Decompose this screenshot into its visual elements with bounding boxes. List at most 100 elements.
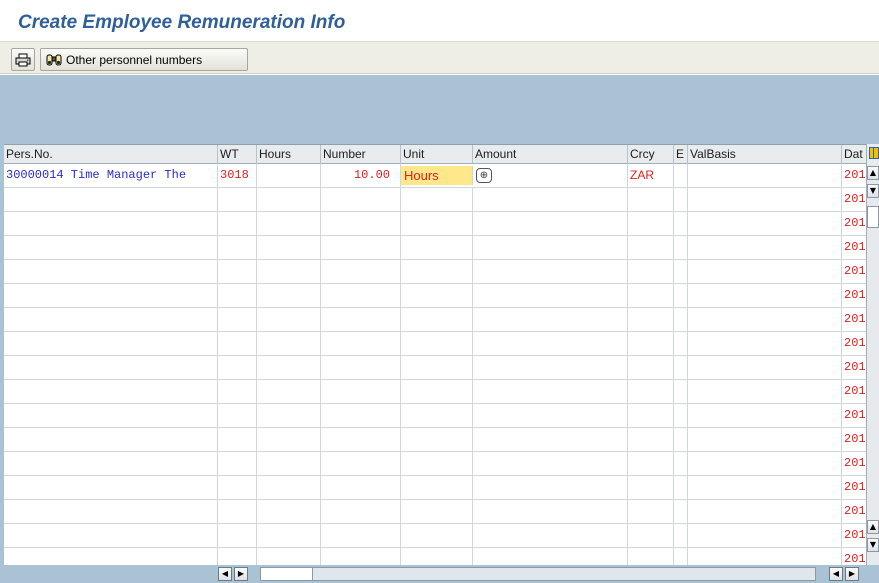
cell-number[interactable] xyxy=(321,428,401,451)
cell-e[interactable] xyxy=(674,428,688,451)
cell-unit[interactable] xyxy=(401,188,473,211)
cell-pers-no[interactable] xyxy=(4,452,218,475)
cell-e[interactable] xyxy=(674,356,688,379)
cell-e[interactable] xyxy=(674,236,688,259)
horizontal-scroll-thumb[interactable] xyxy=(261,568,313,580)
cell-valbasis[interactable] xyxy=(688,308,842,331)
cell-valbasis[interactable] xyxy=(688,476,842,499)
col-header-number[interactable]: Number xyxy=(321,145,401,164)
cell-amount[interactable] xyxy=(473,380,628,403)
table-settings-button[interactable] xyxy=(866,144,879,164)
cell-hours[interactable] xyxy=(257,356,321,379)
cell-amount[interactable] xyxy=(473,332,628,355)
cell-amount[interactable] xyxy=(473,308,628,331)
table-row[interactable]: 201 xyxy=(4,284,870,308)
cell-valbasis[interactable] xyxy=(688,188,842,211)
cell-e[interactable] xyxy=(674,548,688,565)
cell-number[interactable] xyxy=(321,236,401,259)
cell-hours[interactable] xyxy=(257,188,321,211)
scroll-up-button[interactable]: ▲ xyxy=(867,166,879,180)
cell-unit[interactable] xyxy=(401,212,473,235)
cell-amount[interactable] xyxy=(473,404,628,427)
scroll-thumb[interactable] xyxy=(867,206,879,228)
cell-amount[interactable] xyxy=(473,548,628,565)
cell-hours[interactable] xyxy=(257,332,321,355)
cell-unit[interactable] xyxy=(401,476,473,499)
cell-amount[interactable] xyxy=(473,212,628,235)
table-row[interactable]: 201 xyxy=(4,452,870,476)
table-row[interactable]: 201 xyxy=(4,236,870,260)
cell-hours[interactable] xyxy=(257,308,321,331)
cell-wage-type[interactable] xyxy=(218,284,257,307)
cell-e[interactable] xyxy=(674,332,688,355)
col-header-wage-type[interactable]: WT xyxy=(218,145,257,164)
cell-hours[interactable] xyxy=(257,428,321,451)
cell-number[interactable] xyxy=(321,212,401,235)
cell-wage-type[interactable] xyxy=(218,188,257,211)
cell-hours[interactable] xyxy=(257,452,321,475)
cell-unit[interactable] xyxy=(401,452,473,475)
cell-amount[interactable] xyxy=(473,524,628,547)
cell-number[interactable]: 10.00 xyxy=(321,164,401,187)
cell-unit[interactable]: Hours xyxy=(401,166,473,185)
cell-currency[interactable] xyxy=(628,404,674,427)
col-header-unit[interactable]: Unit xyxy=(401,145,473,164)
table-row[interactable]: 201 xyxy=(4,356,870,380)
cell-e[interactable] xyxy=(674,260,688,283)
table-row[interactable]: 201 xyxy=(4,212,870,236)
cell-pers-no[interactable] xyxy=(4,284,218,307)
cell-pers-no[interactable] xyxy=(4,356,218,379)
cell-valbasis[interactable] xyxy=(688,404,842,427)
col-header-amount[interactable]: Amount xyxy=(473,145,628,164)
cell-unit[interactable] xyxy=(401,500,473,523)
other-personnel-numbers-button[interactable]: Other personnel numbers xyxy=(40,48,248,71)
cell-number[interactable] xyxy=(321,380,401,403)
cell-wage-type[interactable] xyxy=(218,476,257,499)
table-row[interactable]: 201 xyxy=(4,260,870,284)
cell-currency[interactable] xyxy=(628,308,674,331)
scroll-down-button[interactable]: ▼ xyxy=(867,184,879,198)
col-header-hours[interactable]: Hours xyxy=(257,145,321,164)
cell-amount[interactable] xyxy=(473,236,628,259)
cell-e[interactable] xyxy=(674,380,688,403)
cell-hours[interactable] xyxy=(257,476,321,499)
cell-unit[interactable] xyxy=(401,404,473,427)
cell-amount[interactable] xyxy=(473,284,628,307)
cell-number[interactable] xyxy=(321,524,401,547)
cell-pers-no[interactable] xyxy=(4,476,218,499)
cell-valbasis[interactable] xyxy=(688,428,842,451)
cell-amount[interactable] xyxy=(473,476,628,499)
cell-wage-type[interactable] xyxy=(218,380,257,403)
cell-currency[interactable] xyxy=(628,356,674,379)
cell-wage-type[interactable] xyxy=(218,500,257,523)
cell-number[interactable] xyxy=(321,476,401,499)
cell-pers-no[interactable] xyxy=(4,332,218,355)
cell-unit[interactable] xyxy=(401,380,473,403)
cell-number[interactable] xyxy=(321,548,401,565)
cell-hours[interactable] xyxy=(257,500,321,523)
cell-hours[interactable] xyxy=(257,260,321,283)
cell-hours[interactable] xyxy=(257,404,321,427)
cell-currency[interactable] xyxy=(628,428,674,451)
cell-number[interactable] xyxy=(321,188,401,211)
cell-hours[interactable] xyxy=(257,164,321,187)
table-row[interactable]: 201 xyxy=(4,404,870,428)
cell-pers-no[interactable] xyxy=(4,404,218,427)
cell-hours[interactable] xyxy=(257,212,321,235)
cell-valbasis[interactable] xyxy=(688,500,842,523)
scroll-right-button[interactable]: ▶ xyxy=(234,567,248,581)
cell-amount[interactable] xyxy=(473,452,628,475)
cell-e[interactable] xyxy=(674,164,688,187)
cell-currency[interactable] xyxy=(628,500,674,523)
cell-number[interactable] xyxy=(321,260,401,283)
cell-unit[interactable] xyxy=(401,284,473,307)
cell-amount[interactable] xyxy=(473,356,628,379)
cell-amount[interactable] xyxy=(473,428,628,451)
print-button[interactable] xyxy=(11,48,35,71)
table-row[interactable]: 201 xyxy=(4,308,870,332)
table-row[interactable]: 201 xyxy=(4,548,870,565)
cell-currency[interactable] xyxy=(628,524,674,547)
cell-pers-no[interactable]: 30000014 Time Manager The xyxy=(4,164,218,187)
table-row[interactable]: 201 xyxy=(4,188,870,212)
col-header-pers-no[interactable]: Pers.No. xyxy=(4,145,218,164)
